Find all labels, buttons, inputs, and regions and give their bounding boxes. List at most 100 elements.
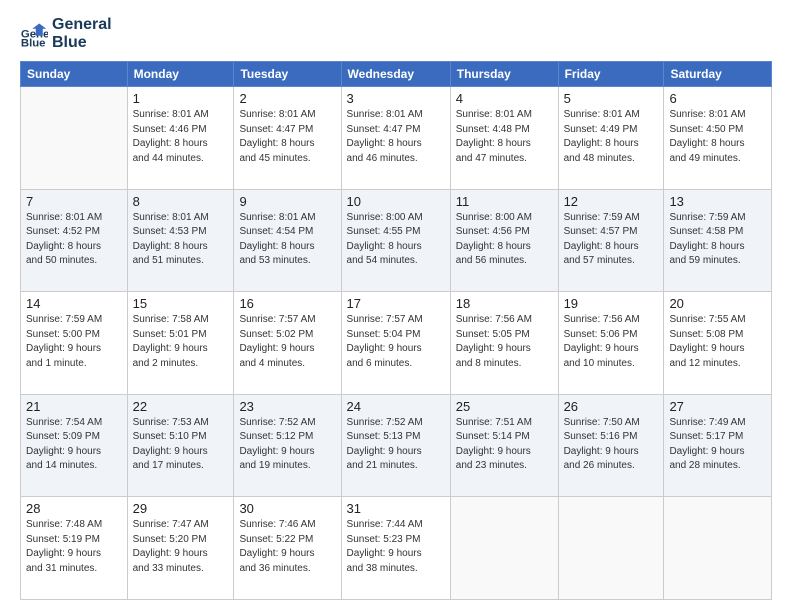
day-info: Sunrise: 7:49 AMSunset: 5:17 PMDaylight:… — [669, 416, 766, 474]
day-number: 25 — [456, 399, 553, 414]
calendar-cell: 14 Sunrise: 7:59 AMSunset: 5:00 PMDayligh… — [21, 292, 128, 395]
logo-icon: General Blue — [20, 20, 48, 48]
day-info: Sunrise: 7:55 AMSunset: 5:08 PMDaylight:… — [669, 313, 766, 371]
day-number: 11 — [456, 194, 553, 209]
calendar-table: SundayMondayTuesdayWednesdayThursdayFrid… — [20, 61, 772, 600]
calendar-cell: 8Sunrise: 8:01 AMSunset: 4:53 PMDaylight… — [127, 189, 234, 292]
day-number: 10 — [347, 194, 445, 209]
header-day-wednesday: Wednesday — [341, 62, 450, 87]
day-number: 22 — [133, 399, 229, 414]
calendar-cell: 9 Sunrise: 8:01 AMSunset: 4:54 PMDaylight… — [234, 189, 341, 292]
day-number: 3 — [347, 91, 445, 106]
day-number: 28 — [26, 501, 122, 516]
day-number: 7 — [26, 194, 122, 209]
day-number: 24 — [347, 399, 445, 414]
day-info: Sunrise: 7:59 AMSunset: 4:57 PMDaylight:… — [564, 211, 659, 269]
day-number: 14 — [26, 296, 122, 311]
calendar-cell: 11 Sunrise: 8:00 AMSunset: 4:56 PMDayligh… — [450, 189, 558, 292]
day-number: 20 — [669, 296, 766, 311]
day-info: Sunrise: 8:00 AMSunset: 4:55 PMDaylight:… — [347, 211, 445, 269]
day-info: Sunrise: 7:52 AMSunset: 5:13 PMDaylight:… — [347, 416, 445, 474]
day-number: 19 — [564, 296, 659, 311]
calendar-header-row: SundayMondayTuesdayWednesdayThursdayFrid… — [21, 62, 772, 87]
day-info: Sunrise: 7:47 AMSunset: 5:20 PMDaylight:… — [133, 518, 229, 576]
day-info: Sunrise: 8:01 AMSunset: 4:48 PMDaylight:… — [456, 108, 553, 166]
day-number: 27 — [669, 399, 766, 414]
day-info: Sunrise: 7:51 AMSunset: 5:14 PMDaylight:… — [456, 416, 553, 474]
calendar-cell: 24 Sunrise: 7:52 AMSunset: 5:13 PMDayligh… — [341, 394, 450, 497]
day-info: Sunrise: 8:01 AMSunset: 4:47 PMDaylight:… — [347, 108, 445, 166]
day-info: Sunrise: 7:44 AMSunset: 5:23 PMDaylight:… — [347, 518, 445, 576]
calendar-cell: 6Sunrise: 8:01 AMSunset: 4:50 PMDaylight… — [664, 87, 772, 190]
calendar-cell: 26 Sunrise: 7:50 AMSunset: 5:16 PMDayligh… — [558, 394, 664, 497]
day-info: Sunrise: 7:46 AMSunset: 5:22 PMDaylight:… — [239, 518, 335, 576]
day-info: Sunrise: 7:59 AMSunset: 4:58 PMDaylight:… — [669, 211, 766, 269]
calendar-week-5: 28 Sunrise: 7:48 AMSunset: 5:19 PMDayligh… — [21, 497, 772, 600]
day-number: 9 — [239, 194, 335, 209]
calendar-cell: 17 Sunrise: 7:57 AMSunset: 5:04 PMDayligh… — [341, 292, 450, 395]
calendar-cell: 7 Sunrise: 8:01 AMSunset: 4:52 PMDaylight… — [21, 189, 128, 292]
header-day-monday: Monday — [127, 62, 234, 87]
header-day-tuesday: Tuesday — [234, 62, 341, 87]
calendar-cell: 27 Sunrise: 7:49 AMSunset: 5:17 PMDayligh… — [664, 394, 772, 497]
day-info: Sunrise: 7:58 AMSunset: 5:01 PMDaylight:… — [133, 313, 229, 371]
calendar-cell: 12Sunrise: 7:59 AMSunset: 4:57 PMDayligh… — [558, 189, 664, 292]
day-number: 4 — [456, 91, 553, 106]
calendar-week-3: 14 Sunrise: 7:59 AMSunset: 5:00 PMDayligh… — [21, 292, 772, 395]
calendar-cell — [21, 87, 128, 190]
day-info: Sunrise: 8:01 AMSunset: 4:50 PMDaylight:… — [669, 108, 766, 166]
calendar-cell — [664, 497, 772, 600]
day-number: 17 — [347, 296, 445, 311]
day-number: 21 — [26, 399, 122, 414]
day-info: Sunrise: 7:56 AMSunset: 5:05 PMDaylight:… — [456, 313, 553, 371]
calendar-cell — [558, 497, 664, 600]
calendar-cell: 15 Sunrise: 7:58 AMSunset: 5:01 PMDayligh… — [127, 292, 234, 395]
calendar-cell: 1 Sunrise: 8:01 AMSunset: 4:46 PMDaylight… — [127, 87, 234, 190]
day-info: Sunrise: 7:48 AMSunset: 5:19 PMDaylight:… — [26, 518, 122, 576]
calendar-cell: 2Sunrise: 8:01 AMSunset: 4:47 PMDaylight… — [234, 87, 341, 190]
calendar-week-2: 7 Sunrise: 8:01 AMSunset: 4:52 PMDaylight… — [21, 189, 772, 292]
calendar-cell: 29 Sunrise: 7:47 AMSunset: 5:20 PMDayligh… — [127, 497, 234, 600]
day-number: 31 — [347, 501, 445, 516]
day-info: Sunrise: 7:57 AMSunset: 5:04 PMDaylight:… — [347, 313, 445, 371]
calendar-cell: 22Sunrise: 7:53 AMSunset: 5:10 PMDayligh… — [127, 394, 234, 497]
day-info: Sunrise: 8:01 AMSunset: 4:49 PMDaylight:… — [564, 108, 659, 166]
day-info: Sunrise: 7:54 AMSunset: 5:09 PMDaylight:… — [26, 416, 122, 474]
calendar-cell: 28 Sunrise: 7:48 AMSunset: 5:19 PMDayligh… — [21, 497, 128, 600]
day-number: 1 — [133, 91, 229, 106]
day-info: Sunrise: 8:00 AMSunset: 4:56 PMDaylight:… — [456, 211, 553, 269]
day-number: 16 — [239, 296, 335, 311]
calendar-cell: 5 Sunrise: 8:01 AMSunset: 4:49 PMDaylight… — [558, 87, 664, 190]
calendar-week-4: 21 Sunrise: 7:54 AMSunset: 5:09 PMDayligh… — [21, 394, 772, 497]
logo-text-general: General — [52, 16, 112, 34]
calendar-cell: 23Sunrise: 7:52 AMSunset: 5:12 PMDayligh… — [234, 394, 341, 497]
calendar-cell: 25 Sunrise: 7:51 AMSunset: 5:14 PMDayligh… — [450, 394, 558, 497]
calendar-cell — [450, 497, 558, 600]
day-info: Sunrise: 8:01 AMSunset: 4:54 PMDaylight:… — [239, 211, 335, 269]
calendar-cell: 31 Sunrise: 7:44 AMSunset: 5:23 PMDayligh… — [341, 497, 450, 600]
calendar-cell: 16Sunrise: 7:57 AMSunset: 5:02 PMDayligh… — [234, 292, 341, 395]
day-number: 23 — [239, 399, 335, 414]
day-number: 15 — [133, 296, 229, 311]
calendar-cell: 20 Sunrise: 7:55 AMSunset: 5:08 PMDayligh… — [664, 292, 772, 395]
calendar-cell: 3 Sunrise: 8:01 AMSunset: 4:47 PMDaylight… — [341, 87, 450, 190]
day-info: Sunrise: 8:01 AMSunset: 4:46 PMDaylight:… — [133, 108, 229, 166]
day-info: Sunrise: 7:50 AMSunset: 5:16 PMDaylight:… — [564, 416, 659, 474]
day-number: 5 — [564, 91, 659, 106]
day-info: Sunrise: 7:56 AMSunset: 5:06 PMDaylight:… — [564, 313, 659, 371]
calendar-cell: 13 Sunrise: 7:59 AMSunset: 4:58 PMDayligh… — [664, 189, 772, 292]
day-info: Sunrise: 7:59 AMSunset: 5:00 PMDaylight:… — [26, 313, 122, 371]
page-header: General Blue General Blue — [20, 16, 772, 51]
day-number: 30 — [239, 501, 335, 516]
day-number: 18 — [456, 296, 553, 311]
calendar-cell: 10 Sunrise: 8:00 AMSunset: 4:55 PMDayligh… — [341, 189, 450, 292]
logo-text-blue: Blue — [52, 34, 112, 52]
svg-text:Blue: Blue — [21, 37, 46, 48]
calendar-week-1: 1 Sunrise: 8:01 AMSunset: 4:46 PMDaylight… — [21, 87, 772, 190]
day-number: 8 — [133, 194, 229, 209]
day-number: 26 — [564, 399, 659, 414]
day-number: 29 — [133, 501, 229, 516]
calendar-cell: 30 Sunrise: 7:46 AMSunset: 5:22 PMDayligh… — [234, 497, 341, 600]
day-number: 13 — [669, 194, 766, 209]
day-info: Sunrise: 8:01 AMSunset: 4:52 PMDaylight:… — [26, 211, 122, 269]
